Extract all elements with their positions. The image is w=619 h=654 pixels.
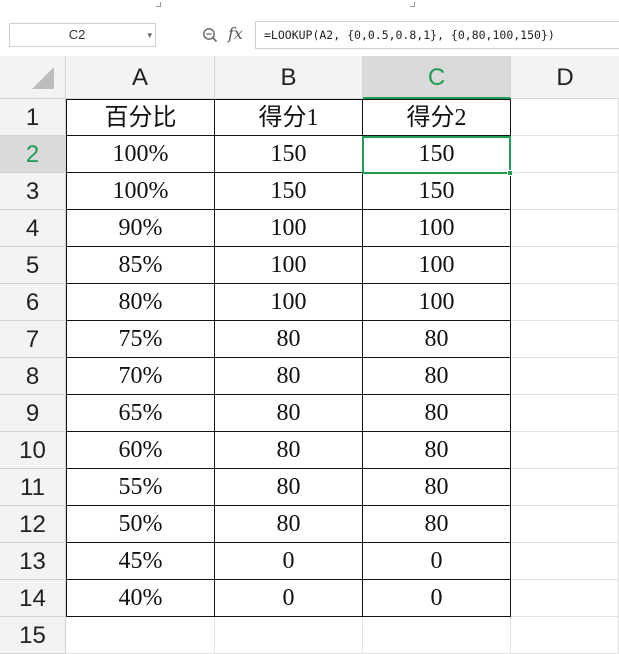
name-box-value: C2 [68, 27, 86, 42]
cell-b9[interactable]: 80 [215, 395, 363, 432]
cell-c13[interactable]: 0 [363, 543, 511, 580]
cell-c7[interactable]: 80 [363, 321, 511, 358]
name-box[interactable]: C2 ▾ [9, 23, 156, 47]
cell-a1[interactable]: 百分比 [66, 99, 215, 136]
cell-c1[interactable]: 得分2 [363, 99, 511, 136]
row-header-2[interactable]: 2 [0, 136, 66, 173]
cell-d13[interactable] [511, 543, 619, 580]
cell-a15[interactable] [66, 617, 215, 654]
cell-a5[interactable]: 85% [66, 247, 215, 284]
cell-d14[interactable] [511, 580, 619, 617]
cell-d10[interactable] [511, 432, 619, 469]
cell-c4[interactable]: 100 [363, 210, 511, 247]
row-header-1[interactable]: 1 [0, 99, 66, 136]
cell-c6[interactable]: 100 [363, 284, 511, 321]
cell-b6[interactable]: 100 [215, 284, 363, 321]
row-header-4[interactable]: 4 [0, 210, 66, 247]
chevron-down-icon[interactable]: ▾ [147, 24, 152, 46]
cell-b10[interactable]: 80 [215, 432, 363, 469]
cell-a12[interactable]: 50% [66, 506, 215, 543]
cell-c2[interactable]: 150 [363, 136, 511, 173]
cell-b5[interactable]: 100 [215, 247, 363, 284]
row-header-7[interactable]: 7 [0, 321, 66, 358]
cell-d3[interactable] [511, 173, 619, 210]
splitter-mark [410, 2, 415, 7]
cell-b1[interactable]: 得分1 [215, 99, 363, 136]
cell-c11[interactable]: 80 [363, 469, 511, 506]
formula-input[interactable]: =LOOKUP(A2, {0,0.5,0.8,1}, {0,80,100,150… [255, 21, 619, 49]
cell-c14[interactable]: 0 [363, 580, 511, 617]
cell-d2[interactable] [511, 136, 619, 173]
cell-a9[interactable]: 65% [66, 395, 215, 432]
cell-b14[interactable]: 0 [215, 580, 363, 617]
row-header-3[interactable]: 3 [0, 173, 66, 210]
row-header-6[interactable]: 6 [0, 284, 66, 321]
cell-a14[interactable]: 40% [66, 580, 215, 617]
column-header-a[interactable]: A [66, 56, 215, 99]
cell-c5[interactable]: 100 [363, 247, 511, 284]
column-header-b[interactable]: B [215, 56, 363, 99]
cell-a8[interactable]: 70% [66, 358, 215, 395]
row-header-11[interactable]: 11 [0, 469, 66, 506]
cell-c10[interactable]: 80 [363, 432, 511, 469]
formula-text: =LOOKUP(A2, {0,0.5,0.8,1}, {0,80,100,150… [264, 28, 555, 42]
cell-a6[interactable]: 80% [66, 284, 215, 321]
cell-a10[interactable]: 60% [66, 432, 215, 469]
splitter-mark [156, 2, 161, 7]
top-strip [0, 0, 619, 14]
cell-a3[interactable]: 100% [66, 173, 215, 210]
cell-c3[interactable]: 150 [363, 173, 511, 210]
column-header-c[interactable]: C [363, 56, 511, 99]
cell-d11[interactable] [511, 469, 619, 506]
cell-b11[interactable]: 80 [215, 469, 363, 506]
cell-a7[interactable]: 75% [66, 321, 215, 358]
row-header-10[interactable]: 10 [0, 432, 66, 469]
zoom-icon[interactable] [202, 27, 218, 43]
row-header-12[interactable]: 12 [0, 506, 66, 543]
row-header-5[interactable]: 5 [0, 247, 66, 284]
select-all-button[interactable] [0, 56, 66, 99]
cell-b4[interactable]: 100 [215, 210, 363, 247]
cell-d6[interactable] [511, 284, 619, 321]
cell-a13[interactable]: 45% [66, 543, 215, 580]
cell-a11[interactable]: 55% [66, 469, 215, 506]
cell-d7[interactable] [511, 321, 619, 358]
cell-d5[interactable] [511, 247, 619, 284]
row-header-13[interactable]: 13 [0, 543, 66, 580]
select-all-icon [32, 67, 54, 89]
cell-d9[interactable] [511, 395, 619, 432]
cell-a2[interactable]: 100% [66, 136, 215, 173]
row-header-8[interactable]: 8 [0, 358, 66, 395]
cell-b3[interactable]: 150 [215, 173, 363, 210]
cell-b15[interactable] [215, 617, 363, 654]
row-header-9[interactable]: 9 [0, 395, 66, 432]
cell-a4[interactable]: 90% [66, 210, 215, 247]
cell-d1[interactable] [511, 99, 619, 136]
column-header-d[interactable]: D [511, 56, 619, 99]
cell-b13[interactable]: 0 [215, 543, 363, 580]
formula-bar: C2 ▾ fx =LOOKUP(A2, {0,0.5,0.8,1}, {0,80… [0, 14, 619, 57]
cell-d4[interactable] [511, 210, 619, 247]
function-icon[interactable]: fx [228, 24, 243, 43]
cell-d15[interactable] [511, 617, 619, 654]
cell-b7[interactable]: 80 [215, 321, 363, 358]
cell-b12[interactable]: 80 [215, 506, 363, 543]
cell-c12[interactable]: 80 [363, 506, 511, 543]
cell-d8[interactable] [511, 358, 619, 395]
cell-c9[interactable]: 80 [363, 395, 511, 432]
cell-c8[interactable]: 80 [363, 358, 511, 395]
cell-d12[interactable] [511, 506, 619, 543]
row-header-15[interactable]: 15 [0, 617, 66, 654]
cell-c15[interactable] [363, 617, 511, 654]
cell-b8[interactable]: 80 [215, 358, 363, 395]
cell-b2[interactable]: 150 [215, 136, 363, 173]
fill-handle[interactable] [507, 170, 513, 176]
row-header-14[interactable]: 14 [0, 580, 66, 617]
